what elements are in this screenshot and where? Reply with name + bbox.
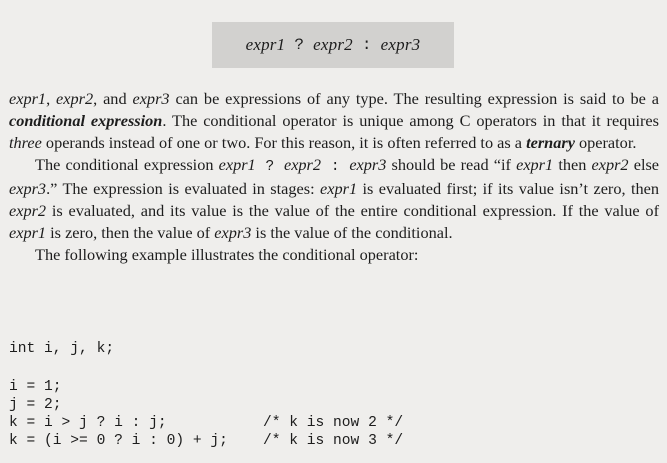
text-run: is the value of the conditional. xyxy=(251,223,453,242)
text-run: else xyxy=(628,155,660,174)
syntax-box: expr1 ? expr2 : expr3 xyxy=(212,22,454,68)
body-text: expr1, expr2, and expr3 can be expressio… xyxy=(9,88,659,266)
term-expr2: expr2 xyxy=(591,155,629,174)
term-expr3: expr3 xyxy=(132,89,170,108)
syntax-question-mark: ? xyxy=(294,36,305,54)
text-run: is evaluated first; if its value isn’t z… xyxy=(357,179,659,198)
term-ternary: ternary xyxy=(526,133,575,152)
term-conditional-expression: conditional expression xyxy=(9,111,163,130)
text-run: , xyxy=(46,89,57,108)
term-expr3: expr3 xyxy=(9,179,47,198)
term-expr1: expr1 xyxy=(9,223,47,242)
paragraph-1: expr1, expr2, and expr3 can be expressio… xyxy=(9,88,659,154)
code-line-1: i = 1; xyxy=(9,379,62,395)
text-run: The conditional expression xyxy=(35,155,219,174)
term-expr1: expr1 xyxy=(9,89,47,108)
text-run: .” The expression is evaluated in stages… xyxy=(46,179,321,198)
text-run: , and xyxy=(93,89,133,108)
code-line-2: j = 2; xyxy=(9,397,62,413)
text-run: then xyxy=(553,155,592,174)
text-run: is zero, then the value of xyxy=(46,223,215,242)
term-expr2: expr2 xyxy=(9,201,47,220)
code-line-declaration: int i, j, k; xyxy=(9,341,115,357)
syntax-expr3: expr3 xyxy=(380,35,421,54)
term-expr1: expr1 xyxy=(516,155,554,174)
syntax-expr2: expr2 xyxy=(313,35,353,54)
code-question-mark: ? xyxy=(255,159,284,175)
paragraph-3: The following example illustrates the co… xyxy=(35,245,419,264)
syntax-expr1: expr1 xyxy=(245,35,286,54)
term-expr1: expr1 xyxy=(218,155,256,174)
term-expr2: expr2 xyxy=(283,155,322,174)
text-run: should be read “if xyxy=(386,155,517,174)
syntax-colon: : xyxy=(361,36,372,54)
code-line-3: k = i > j ? i : j; /* k is now 2 */ xyxy=(9,415,404,431)
emphasis-three: three xyxy=(9,133,42,152)
code-colon: : xyxy=(321,159,350,175)
term-expr3: expr3 xyxy=(349,155,387,174)
code-line-4: k = (i >= 0 ? i : 0) + j; /* k is now 3 … xyxy=(9,433,404,449)
paragraph-2: The conditional expression expr1 ? expr2… xyxy=(9,154,659,244)
text-run: operands instead of one or two. For this… xyxy=(41,133,527,152)
text-run: is evaluated, and its value is the value… xyxy=(46,201,659,220)
text-run: can be expressions of any type. The resu… xyxy=(169,89,660,108)
term-expr2: expr2 xyxy=(56,89,94,108)
text-run: operator. xyxy=(574,133,637,152)
text-run: . The conditional operator is unique amo… xyxy=(162,111,659,130)
term-expr3: expr3 xyxy=(214,223,252,242)
term-expr1: expr1 xyxy=(320,179,358,198)
